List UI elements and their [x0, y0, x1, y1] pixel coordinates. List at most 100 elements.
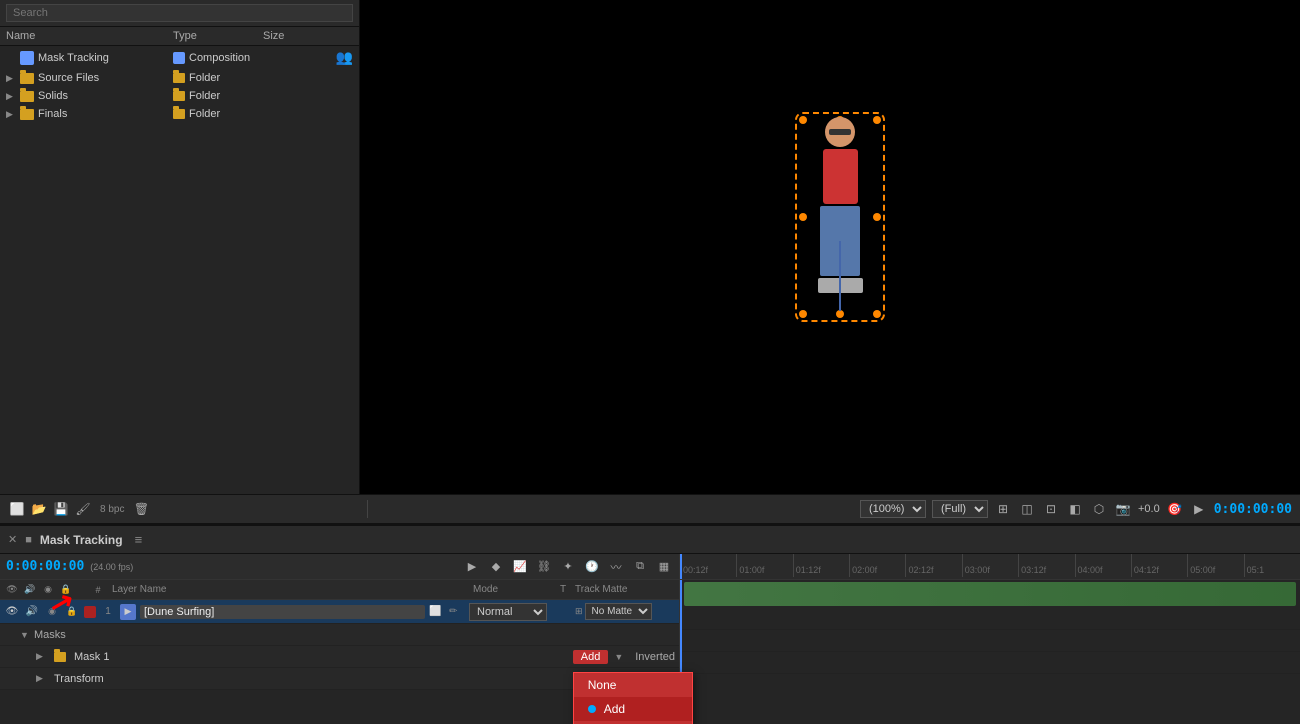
layer-label-color	[84, 606, 96, 618]
person-body	[805, 117, 875, 317]
masks-label: Masks	[34, 629, 66, 641]
col-audio-icon: 🔊	[22, 582, 38, 598]
layer-track-matte: ⊞ No Matte	[575, 603, 675, 620]
dropdown-item-add[interactable]: Add	[574, 697, 692, 721]
timeline-title: Mask Tracking	[40, 533, 123, 547]
col-eye-icon: 👁	[4, 582, 20, 598]
tl-column-icons-row: 👁 🔊 ◉ 🔒 # Layer Name Mode T Track Matte	[0, 580, 679, 600]
brush-icon[interactable]: 🖌	[74, 500, 92, 518]
timeline-layer-row[interactable]: 👁 🔊 ◉ 🔒 1 ▶ [Dune Surfing] ⬜ ✏ Normal ⊞ …	[0, 600, 679, 624]
ruler-mark-6: 03:12f	[1018, 554, 1074, 577]
col-header-type: Type	[173, 30, 263, 42]
masks-collapse-arrow[interactable]: ▼	[20, 630, 30, 640]
open-icon[interactable]: 📂	[30, 500, 48, 518]
playhead-marker-top[interactable]	[680, 554, 682, 579]
new-composition-icon[interactable]: ⬜	[8, 500, 26, 518]
person-head	[825, 117, 855, 147]
bpc-label: 8 bpc	[100, 504, 124, 515]
timecode-display: 0:00:00:00	[1214, 502, 1292, 517]
dropdown-item-none[interactable]: None	[574, 673, 692, 697]
save-icon[interactable]: 💾	[52, 500, 70, 518]
folder-icon	[20, 73, 34, 84]
layer-pen-icon[interactable]: ✏	[449, 606, 465, 617]
toolbar-bar: ⬜ 📂 💾 🖌 8 bpc 🗑 (100%) (Full) ⊞ ◫ ⊡ ◧ ⬡ …	[0, 494, 1300, 524]
expand-arrow-icon: ▶	[6, 91, 16, 102]
tl-arrow-icon[interactable]: ▶	[463, 558, 481, 576]
layer-name-input[interactable]: [Dune Surfing]	[140, 605, 425, 619]
resolution-select[interactable]: (Full)	[932, 500, 988, 518]
transparency-icon[interactable]: ◧	[1066, 500, 1084, 518]
list-item[interactable]: ▶ Finals Folder	[0, 105, 359, 123]
timeline-header: ✕ ■ Mask Tracking ≡	[0, 526, 1300, 554]
project-table-header: Name Type Size	[0, 27, 359, 46]
mask-mode-dropdown-menu: None Add Subtract Intersect	[573, 672, 693, 724]
col-track-header: Track Matte	[575, 584, 675, 595]
list-item[interactable]: ▶ Source Files Folder	[0, 69, 359, 87]
layer-type-icon: ▶	[120, 604, 136, 620]
layer-number: 1	[100, 606, 116, 617]
col-num-icon: #	[90, 582, 106, 598]
ruler-mark-1: 01:00f	[736, 554, 792, 577]
layer-solo-toggle[interactable]: ◉	[44, 606, 60, 617]
list-item[interactable]: Mask Tracking Composition 👥	[0, 46, 359, 69]
project-panel: Name Type Size Mask Tracking Composition	[0, 0, 360, 494]
timeline-close-icon[interactable]: ✕	[8, 533, 17, 546]
tl-clock-icon[interactable]: 🕐	[583, 558, 601, 576]
project-search-input[interactable]	[6, 4, 353, 22]
tl-timecode: 0:00:00:00	[6, 559, 84, 574]
mask-dropdown-arrow[interactable]: ▼	[614, 652, 623, 662]
col-layer-name-header: Layer Name	[108, 584, 471, 595]
layer-mode-dropdown[interactable]: Normal	[469, 603, 547, 621]
timeline-left-panel: 0:00:00:00 (24.00 fps) ▶ ◆ 📈 ⛓ ✦ 🕐 〰 ⧉ ▦…	[0, 554, 680, 724]
layer-audio-toggle[interactable]: 🔊	[24, 606, 40, 617]
active-radio-dot	[588, 705, 596, 713]
masks-label-row: ▼ Masks	[0, 624, 679, 646]
list-item[interactable]: ▶ Solids Folder	[0, 87, 359, 105]
mask-inverted-label: Inverted	[635, 651, 675, 663]
tl-graph-icon[interactable]: 📈	[511, 558, 529, 576]
timeline-empty-row-3	[680, 652, 1300, 674]
track-matte-select[interactable]: No Matte	[585, 603, 652, 620]
mask-collapse-arrow[interactable]: ▶	[36, 651, 46, 662]
timeline-right-panel: 00:12f 01:00f 01:12f 02:00f 02:12f 03:00…	[680, 554, 1300, 724]
ruler-marks: 00:12f 01:00f 01:12f 02:00f 02:12f 03:00…	[680, 554, 1300, 579]
grid-icon[interactable]: ⊞	[994, 500, 1012, 518]
layer-visibility-toggle[interactable]: 👁	[4, 606, 20, 617]
tl-adjust-icon[interactable]: ⧉	[631, 558, 649, 576]
layer-lock-toggle[interactable]: 🔒	[64, 606, 80, 617]
project-search-bar	[0, 0, 359, 27]
trash-icon[interactable]: 🗑	[132, 500, 150, 518]
tl-motion-icon[interactable]: 〰	[607, 558, 625, 576]
play-icon[interactable]: ▶	[1190, 500, 1208, 518]
motion-blur-icon[interactable]: 🎯	[1166, 500, 1184, 518]
zoom-select[interactable]: (100%)	[860, 500, 926, 518]
timeline-hamburger-icon[interactable]: ≡	[135, 532, 143, 547]
tl-star-icon[interactable]: ✦	[559, 558, 577, 576]
layer-edit-icon[interactable]: ⬜	[429, 606, 445, 617]
expand-arrow-icon: ▶	[6, 73, 16, 84]
mask-mode-button[interactable]: Add	[573, 650, 609, 664]
transform-label: Transform	[54, 673, 104, 685]
layer-timeline-bar[interactable]	[684, 582, 1296, 606]
people-icon: 👥	[336, 49, 353, 65]
tl-checkerboard-icon[interactable]: ▦	[655, 558, 673, 576]
tl-keyframe-icon[interactable]: ◆	[487, 558, 505, 576]
timeline-square-icon: ■	[25, 534, 32, 546]
item-type-cell: Folder	[173, 72, 263, 84]
render-icon[interactable]: ⬡	[1090, 500, 1108, 518]
tl-chain-icon[interactable]: ⛓	[535, 558, 553, 576]
plus-value: +0.0	[1138, 503, 1160, 515]
dropdown-item-subtract[interactable]: Subtract	[574, 721, 692, 724]
camera-icon[interactable]: 📷	[1114, 500, 1132, 518]
col-t-header: T	[553, 584, 573, 595]
person-torso	[823, 149, 858, 204]
mask-view-icon[interactable]: ◫	[1018, 500, 1036, 518]
transform-arrow[interactable]: ▶	[36, 673, 46, 684]
timeline-content-area	[680, 580, 1300, 724]
type-folder-icon	[173, 91, 185, 101]
col-solo-icon: ◉	[40, 582, 56, 598]
composition-icon	[20, 51, 34, 65]
crop-icon[interactable]: ⊡	[1042, 500, 1060, 518]
add-label: Add	[604, 702, 625, 716]
preview-person	[790, 107, 890, 327]
